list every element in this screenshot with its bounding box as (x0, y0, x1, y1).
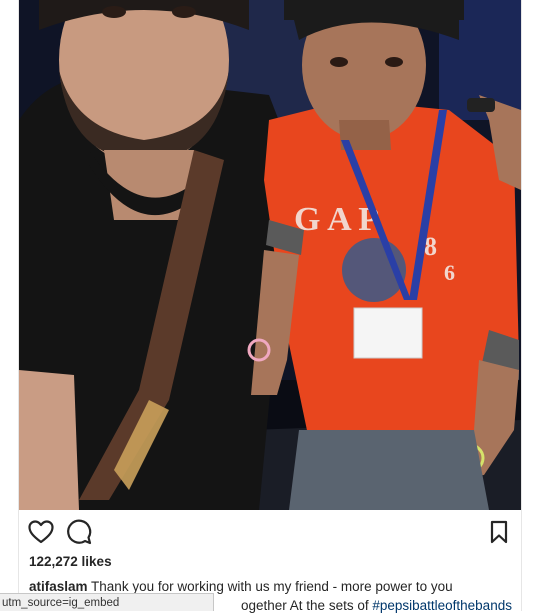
comment-icon[interactable] (65, 518, 93, 546)
caption-text-line1: Thank you for working with us my friend … (91, 579, 453, 594)
svg-text:G A P: G A P (294, 201, 379, 238)
caption-username[interactable]: atifaslam (29, 579, 88, 594)
likes-count[interactable]: 122,272 likes (29, 554, 112, 569)
heart-icon[interactable] (27, 518, 55, 546)
bookmark-icon[interactable] (485, 518, 513, 546)
selfie-photo-illustration: G A P 8 6 (19, 0, 521, 510)
post-photo[interactable]: G A P 8 6 (19, 0, 521, 510)
instagram-embed-post: G A P 8 6 122,272 likes atifaslam Thank … (18, 0, 522, 613)
post-actions-bar (27, 518, 513, 548)
svg-text:6: 6 (444, 260, 455, 285)
browser-status-bar-url: utm_source=ig_embed (0, 593, 214, 611)
